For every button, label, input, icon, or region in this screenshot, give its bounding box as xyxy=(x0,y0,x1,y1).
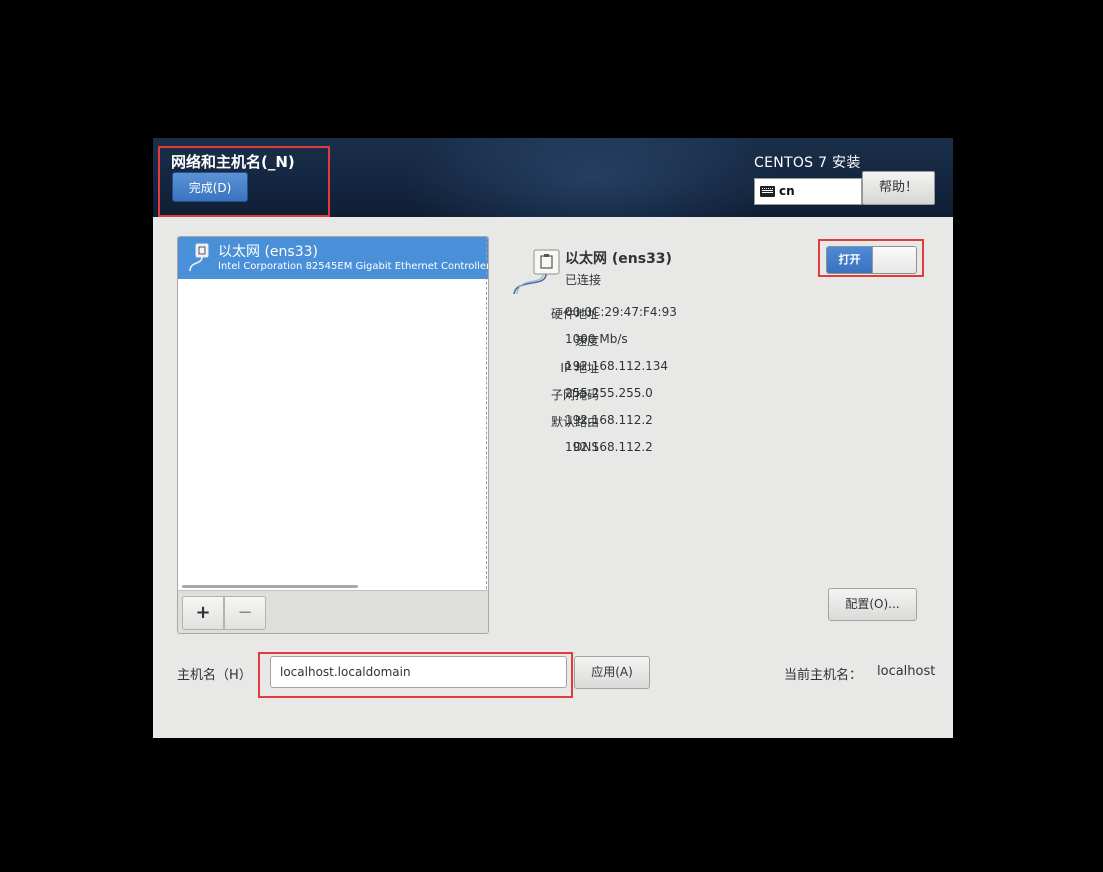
detail-value: 192.168.112.2 xyxy=(565,440,653,454)
horizontal-scrollbar[interactable] xyxy=(182,585,358,588)
keyboard-layout-indicator[interactable]: cn xyxy=(754,178,862,205)
ethernet-port-icon xyxy=(513,249,560,295)
detail-value: 192.168.112.2 xyxy=(565,413,653,427)
device-status: 已连接 xyxy=(565,273,602,287)
highlight-box-toggle xyxy=(818,239,924,277)
header-background-glow xyxy=(403,138,783,217)
detail-row-dns: DNS 192.168.112.2 xyxy=(493,440,853,458)
add-device-button[interactable]: + xyxy=(182,596,224,630)
detail-row-speed: 速度 1000 Mb/s xyxy=(493,332,853,350)
device-description: Intel Corporation 82545EM Gigabit Ethern… xyxy=(218,261,489,272)
detail-row-default-route: 默认路由 192.168.112.2 xyxy=(493,413,853,431)
ethernet-icon xyxy=(189,243,209,272)
remove-device-button[interactable]: − xyxy=(224,596,266,630)
list-toolbar: + − xyxy=(178,590,488,633)
highlight-box-hostname xyxy=(258,652,573,698)
detail-row-hardware-address: 硬件地址 00:0C:29:47:F4:93 xyxy=(493,305,853,323)
detail-value: 255.255.255.0 xyxy=(565,386,653,400)
network-device-list: 以太网 (ens33) Intel Corporation 82545EM Gi… xyxy=(177,236,489,634)
keyboard-layout-label: cn xyxy=(779,184,795,198)
current-hostname-value: localhost xyxy=(877,664,936,679)
installer-window: 网络和主机名(_N) 完成(D) CENTOS 7 安装 cn 帮助！ 以太网 … xyxy=(153,138,953,738)
detail-row-subnet-mask: 子网掩码 255.255.255.0 xyxy=(493,386,853,404)
apply-button[interactable]: 应用(A) xyxy=(574,656,650,689)
help-button[interactable]: 帮助！ xyxy=(862,171,935,205)
device-name: 以太网 (ens33) xyxy=(218,244,318,260)
keyboard-icon xyxy=(760,186,775,197)
device-detail-name: 以太网 (ens33) xyxy=(565,251,672,267)
highlight-box-title xyxy=(158,146,330,217)
detail-value: 192.168.112.134 xyxy=(565,359,669,373)
install-title: CENTOS 7 安装 xyxy=(754,155,861,171)
configure-button[interactable]: 配置(O)... xyxy=(828,588,917,621)
list-divider xyxy=(486,237,487,589)
list-item-ens33[interactable]: 以太网 (ens33) Intel Corporation 82545EM Gi… xyxy=(178,237,488,279)
detail-row-ip-address: IP 地址 192.168.112.134 xyxy=(493,359,853,377)
hostname-label: 主机名（H） xyxy=(177,668,252,683)
current-hostname-label: 当前主机名： xyxy=(784,668,863,683)
detail-value: 1000 Mb/s xyxy=(565,332,628,346)
detail-value: 00:0C:29:47:F4:93 xyxy=(565,305,677,319)
